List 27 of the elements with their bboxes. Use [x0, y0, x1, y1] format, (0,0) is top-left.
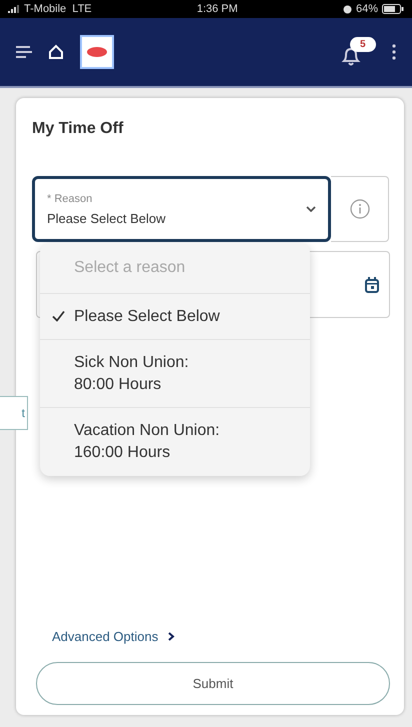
submit-button[interactable]: Submit [36, 662, 390, 705]
home-icon[interactable] [48, 44, 64, 60]
info-icon [350, 199, 370, 219]
menu-icon[interactable] [16, 45, 32, 59]
carrier-label: T-Mobile LTE [24, 3, 92, 15]
alarm-icon [342, 4, 352, 14]
checkmark-icon [52, 310, 65, 322]
more-options-icon[interactable] [392, 44, 396, 60]
field-label: * Reason [47, 192, 94, 204]
partial-button[interactable]: t [0, 396, 28, 430]
reason-option[interactable]: Vacation Non Union: 160:00 Hours [40, 408, 310, 476]
reason-option[interactable]: Sick Non Union: 80:00 Hours [40, 340, 310, 408]
chevron-down-icon [306, 206, 316, 212]
battery-percentage: 64% [356, 3, 378, 15]
card-title: My Time Off [32, 120, 124, 138]
app-logo[interactable] [80, 35, 114, 69]
chevron-right-icon [168, 632, 176, 641]
notification-badge: 5 [350, 37, 376, 52]
field-value: Please Select Below [47, 210, 167, 226]
bell-icon[interactable] [340, 45, 362, 67]
calendar-icon[interactable] [365, 276, 379, 292]
signal-icon [8, 5, 20, 13]
reason-dropdown[interactable]: * Reason Please Select Below [32, 176, 331, 242]
battery-icon [382, 4, 404, 14]
advanced-options-link[interactable]: Advanced Options [52, 629, 176, 644]
clock-time: 1:36 PM [196, 3, 238, 15]
reason-option[interactable]: Please Select Below [40, 294, 310, 340]
